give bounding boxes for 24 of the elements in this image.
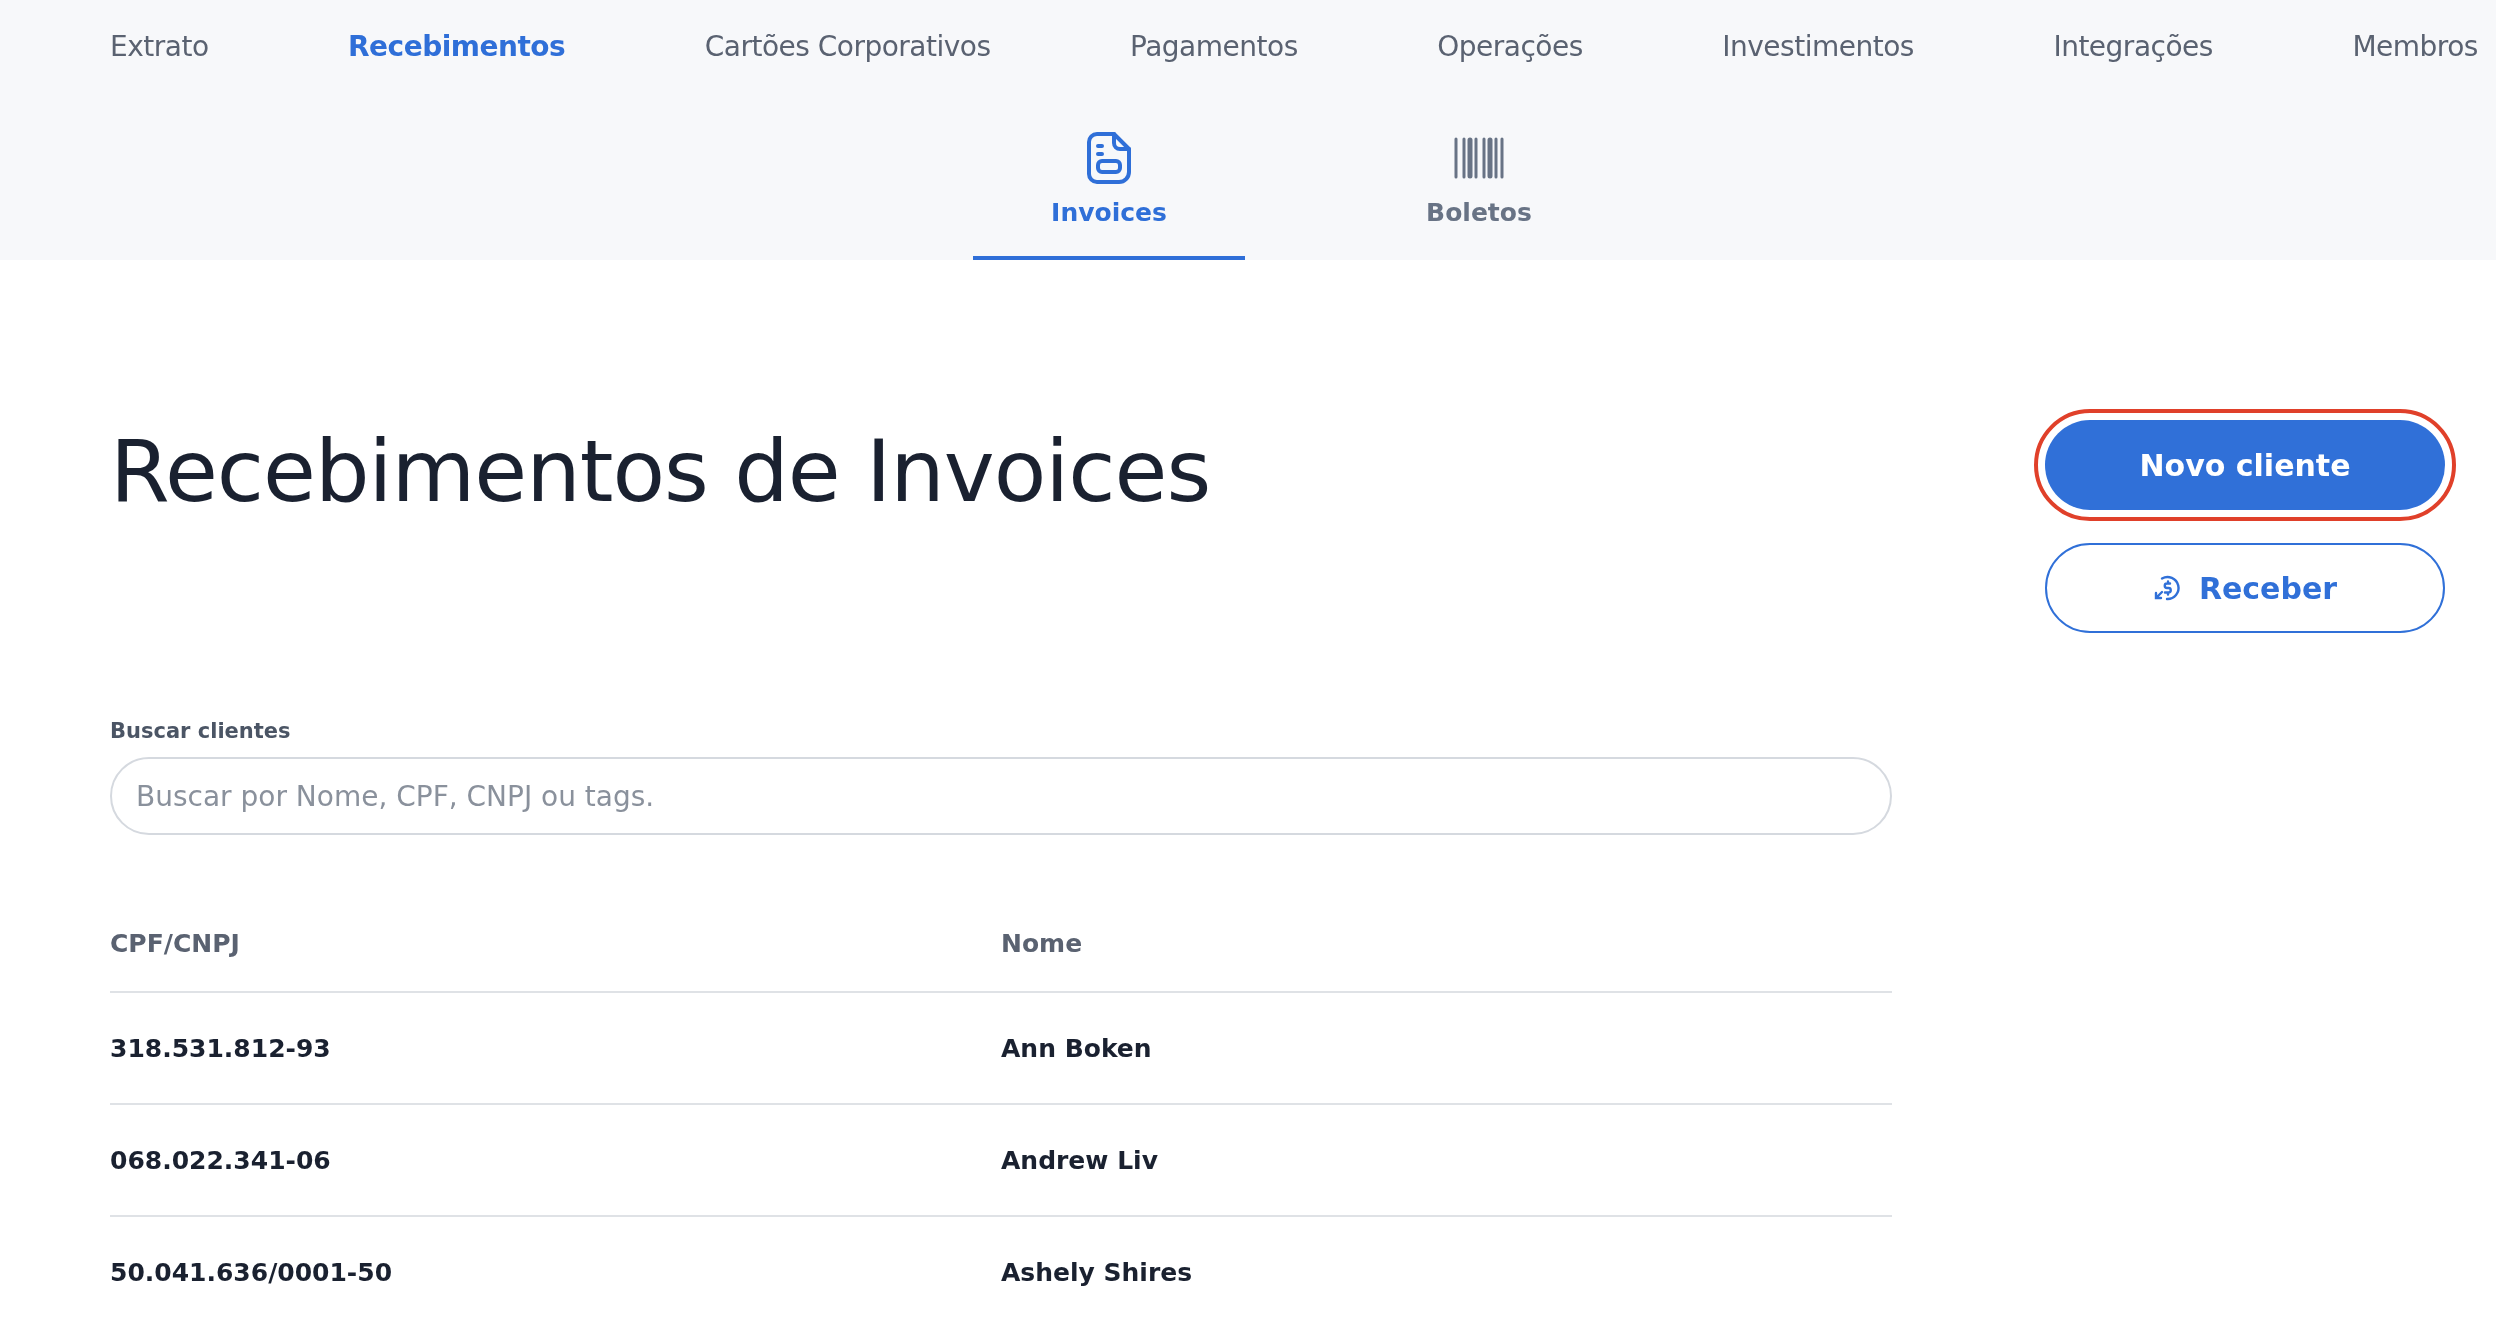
nav-tab[interactable]: Cartões Corporativos: [704, 29, 991, 63]
nav-tab[interactable]: Extrato: [110, 29, 209, 63]
nav-tab[interactable]: Investimentos: [1722, 29, 1914, 63]
money-exchange-icon: [2152, 574, 2181, 602]
sub-tab[interactable]: Invoices: [973, 132, 1245, 260]
nav-tab[interactable]: Membros: [2352, 29, 2478, 63]
table-cell-text: 318.531.812-93: [110, 1033, 332, 1063]
table-cell-text: 50.041.636/0001-50: [110, 1257, 394, 1287]
search-label: Buscar clientes: [110, 719, 292, 744]
column-header: Nome: [1001, 928, 1084, 958]
nav-tab[interactable]: Operações: [1437, 29, 1583, 63]
nav-tab[interactable]: Integrações: [2053, 29, 2213, 63]
page-title: Recebimentos de Invoices: [110, 420, 1212, 523]
nav-tab[interactable]: Pagamentos: [1130, 29, 1298, 63]
column-header: CPF/CNPJ: [110, 928, 241, 958]
search-field[interactable]: Buscar por Nome, CPF, CNPJ ou tags.: [110, 757, 1892, 836]
nav-tab[interactable]: Recebimentos: [348, 29, 566, 63]
document-icon: [1087, 132, 1131, 184]
table-cell-text: Ashely Shires: [1001, 1257, 1194, 1287]
sub-tab[interactable]: Boletos: [1343, 132, 1615, 260]
receive-button[interactable]: Receber: [2045, 543, 2445, 633]
table-cell-text: Andrew Liv: [1001, 1145, 1159, 1175]
table-cell-text: 068.022.341-06: [110, 1145, 332, 1175]
table-cell-text: Ann Boken: [1001, 1033, 1153, 1063]
